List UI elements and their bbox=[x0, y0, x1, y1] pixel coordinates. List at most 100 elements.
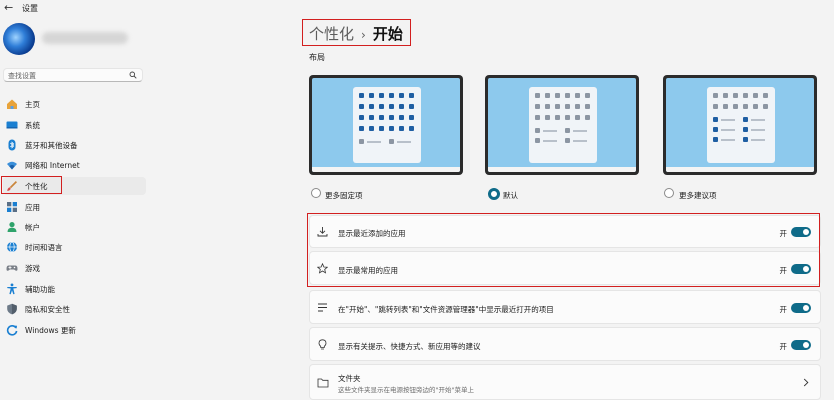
pinned-app-tile bbox=[369, 93, 374, 98]
breadcrumb-separator: › bbox=[361, 28, 366, 42]
pinned-app-tile bbox=[575, 93, 580, 98]
pinned-app-tile bbox=[359, 93, 364, 98]
recommended-item-line bbox=[721, 128, 735, 131]
sidebar-item-network[interactable]: 网络和 Internet bbox=[3, 156, 146, 174]
user-name-blurred bbox=[42, 32, 128, 44]
recommended-item-line bbox=[721, 118, 735, 121]
radio-label-more-pins: 更多固定项 bbox=[325, 191, 363, 200]
pinned-app-tile bbox=[753, 104, 758, 109]
sidebar-item-home[interactable]: 主页 bbox=[3, 95, 146, 113]
chevron-right-icon bbox=[803, 378, 809, 387]
lightbulb-icon bbox=[318, 339, 327, 350]
start-menu-mock bbox=[707, 87, 775, 163]
sidebar-item-label: Windows 更新 bbox=[25, 326, 76, 335]
sidebar-item-label: 应用 bbox=[25, 203, 40, 212]
radio-more-pins[interactable] bbox=[311, 188, 321, 198]
avatar[interactable] bbox=[3, 23, 35, 55]
toggle-switch-recent-items[interactable] bbox=[791, 303, 811, 313]
start-menu-mock bbox=[353, 87, 421, 163]
shield-icon bbox=[7, 303, 17, 315]
pinned-app-tile bbox=[369, 104, 374, 109]
pinned-app-tile bbox=[359, 115, 364, 120]
sidebar-item-label: 蓝牙和其他设备 bbox=[25, 141, 78, 150]
sidebar-item-label: 辅助功能 bbox=[25, 285, 55, 294]
pinned-app-tile bbox=[743, 93, 748, 98]
layout-preview-more-recommendations[interactable] bbox=[663, 75, 817, 175]
recommended-item-line bbox=[543, 139, 557, 142]
pinned-app-tile bbox=[585, 104, 590, 109]
recommended-item-tile bbox=[743, 127, 748, 132]
pinned-app-tile bbox=[565, 115, 570, 120]
sidebar-item-label: 网络和 Internet bbox=[25, 161, 80, 170]
breadcrumb-parent[interactable]: 个性化 bbox=[309, 25, 354, 43]
pinned-app-tile bbox=[379, 126, 384, 131]
account-icon bbox=[7, 222, 17, 232]
setting-row-folders[interactable]: 文件夹 这些文件夹显示在电源按钮旁边的"开始"菜单上 bbox=[309, 364, 821, 400]
recommended-item-tile bbox=[359, 139, 364, 144]
pinned-app-tile bbox=[399, 115, 404, 120]
sidebar-item-privacy[interactable]: 隐私和安全性 bbox=[3, 300, 146, 318]
pinned-app-tile bbox=[733, 93, 738, 98]
sidebar-item-apps[interactable]: 应用 bbox=[3, 198, 146, 216]
system-icon bbox=[6, 121, 18, 129]
pinned-app-tile bbox=[535, 115, 540, 120]
pinned-app-tile bbox=[763, 93, 768, 98]
pinned-app-tile bbox=[399, 126, 404, 131]
recommended-item-tile bbox=[389, 139, 394, 144]
recommended-item-line bbox=[573, 129, 587, 132]
gamepad-icon bbox=[6, 265, 18, 271]
highlight-box-settings bbox=[307, 213, 820, 287]
folder-icon bbox=[317, 378, 329, 388]
pinned-app-tile bbox=[379, 93, 384, 98]
setting-label: 文件夹 bbox=[338, 374, 361, 383]
pinned-app-tile bbox=[409, 93, 414, 98]
sidebar-item-accounts[interactable]: 帐户 bbox=[3, 218, 146, 236]
recommended-item-tile bbox=[743, 117, 748, 122]
pinned-app-tile bbox=[575, 104, 580, 109]
recommended-item-tile bbox=[565, 138, 570, 143]
sidebar-item-gaming[interactable]: 游戏 bbox=[3, 259, 146, 277]
breadcrumb: 个性化 › 开始 bbox=[309, 23, 403, 44]
pinned-app-tile bbox=[389, 126, 394, 131]
pinned-app-tile bbox=[555, 115, 560, 120]
search-input[interactable] bbox=[8, 70, 123, 81]
recommended-item-line bbox=[367, 140, 381, 143]
pinned-app-tile bbox=[585, 115, 590, 120]
layout-preview-default[interactable] bbox=[485, 75, 639, 175]
layout-preview-more-pins[interactable] bbox=[309, 75, 463, 175]
pinned-app-tile bbox=[743, 104, 748, 109]
recommended-item-tile bbox=[743, 137, 748, 142]
pinned-app-tile bbox=[369, 115, 374, 120]
sidebar-item-accessibility[interactable]: 辅助功能 bbox=[3, 280, 146, 298]
sidebar-item-bluetooth[interactable]: 蓝牙和其他设备 bbox=[3, 136, 146, 154]
radio-default[interactable] bbox=[488, 188, 500, 200]
recommended-item-line bbox=[397, 140, 411, 143]
radio-more-recommendations[interactable] bbox=[664, 188, 674, 198]
search-icon[interactable] bbox=[129, 71, 137, 79]
setting-row-suggestions: 显示有关提示、快捷方式、新应用等的建议 开 bbox=[309, 327, 821, 361]
pinned-app-tile bbox=[399, 104, 404, 109]
taskbar-mock bbox=[666, 167, 814, 172]
pinned-app-tile bbox=[723, 104, 728, 109]
pinned-app-tile bbox=[369, 126, 374, 131]
pinned-app-tile bbox=[555, 93, 560, 98]
window-title: 设置 bbox=[22, 4, 38, 13]
recommended-item-line bbox=[573, 139, 587, 142]
back-arrow-icon[interactable]: ← bbox=[4, 1, 13, 14]
setting-label: 在"开始"、"跳转列表"和"文件资源管理器"中显示最近打开的项目 bbox=[338, 305, 554, 314]
pinned-app-tile bbox=[545, 104, 550, 109]
sidebar-item-label: 系统 bbox=[25, 121, 40, 130]
recommended-item-tile bbox=[713, 137, 718, 142]
sidebar-item-label: 帐户 bbox=[25, 223, 40, 232]
sidebar-item-time-language[interactable]: 时间和语言 bbox=[3, 238, 146, 256]
search-box[interactable] bbox=[3, 68, 143, 82]
home-icon bbox=[7, 99, 17, 109]
recommended-item-tile bbox=[535, 138, 540, 143]
sidebar-item-system[interactable]: 系统 bbox=[3, 116, 146, 134]
pinned-app-tile bbox=[545, 93, 550, 98]
radio-label-more-recommendations: 更多建议项 bbox=[679, 191, 717, 200]
apps-icon bbox=[7, 202, 17, 212]
pinned-app-tile bbox=[359, 104, 364, 109]
sidebar-item-windows-update[interactable]: Windows 更新 bbox=[3, 321, 146, 339]
toggle-switch-suggestions[interactable] bbox=[791, 340, 811, 350]
